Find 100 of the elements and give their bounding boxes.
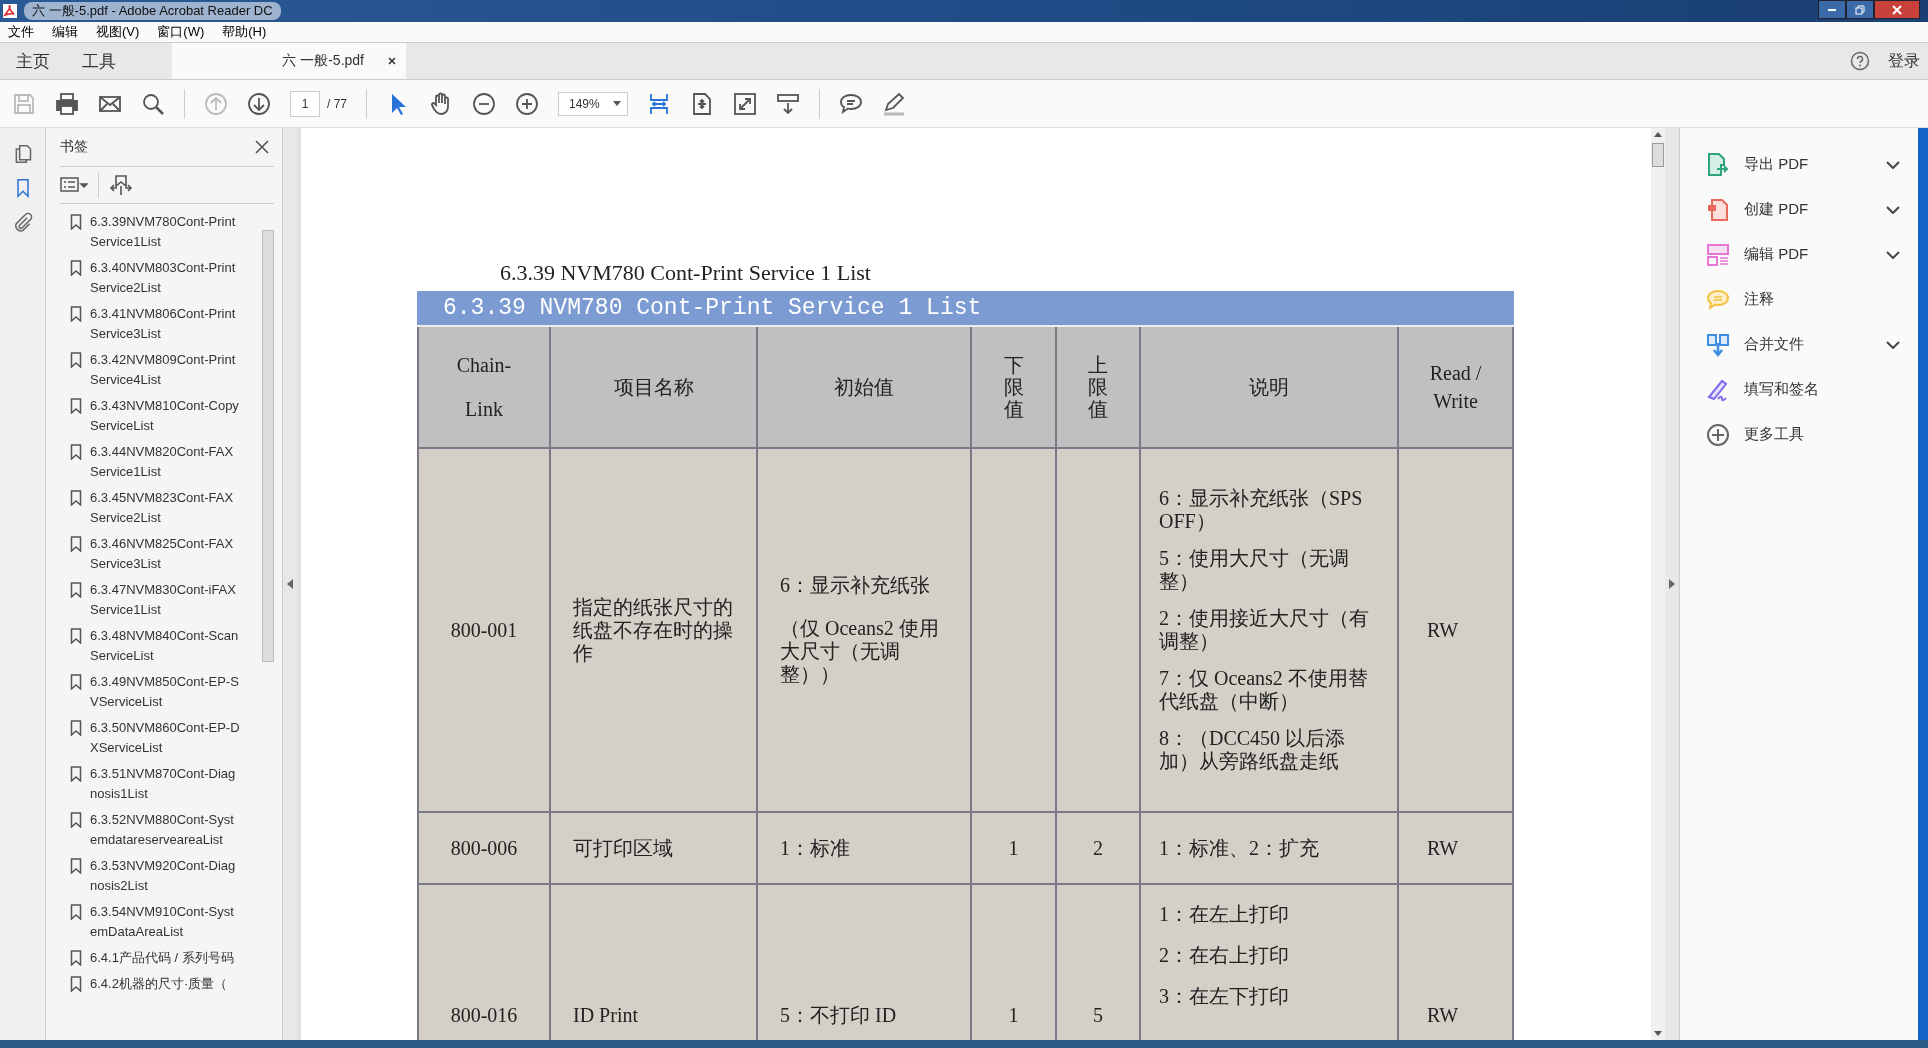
chevron-down-icon[interactable] [1886, 340, 1900, 349]
bookmark-item[interactable]: 6.3.46NVM825Cont-FAXService3List [90, 534, 240, 574]
tool-item[interactable]: 编辑 PDF [1706, 242, 1900, 267]
bookmark-item[interactable]: 6.3.39NVM780Cont-PrintService1List [90, 212, 240, 252]
options-icon[interactable] [60, 176, 88, 194]
restore-button[interactable] [1846, 0, 1874, 19]
bookmark-item[interactable]: 6.3.48NVM840Cont-ScanServiceList [90, 626, 240, 666]
table-cell: 800-016 [419, 885, 549, 1040]
tool-item[interactable]: 填写和签名 [1706, 377, 1900, 402]
pen-icon[interactable] [882, 91, 906, 116]
export-pdf-icon [1706, 152, 1730, 177]
table-cell-text: 8：（DCC450 以后添加）从旁路纸盘走纸 [1159, 727, 1347, 773]
printer-icon[interactable] [55, 91, 79, 116]
close-icon [1892, 4, 1902, 15]
bookmark-icon [70, 444, 82, 460]
close-icon[interactable] [254, 139, 270, 155]
tool-item[interactable]: 更多工具 [1706, 422, 1900, 447]
table-cell: 指定的纸张尺寸的纸盘不存在时的操作 [551, 449, 756, 811]
chevron-down-icon[interactable] [1886, 250, 1900, 259]
close-icon[interactable] [388, 57, 396, 65]
pdf-app-icon [2, 3, 18, 19]
table-cell-text: 2：在右上打印 [1159, 944, 1289, 967]
table-cell: RW [1399, 885, 1512, 1040]
bookmark-item[interactable]: 6.3.51NVM870Cont-Diagnosis1List [90, 764, 240, 804]
bookmark-item[interactable]: 6.3.40NVM803Cont-PrintService2List [90, 258, 240, 298]
tab[interactable]: 主页 [0, 43, 66, 79]
minimize-button[interactable] [1818, 0, 1846, 19]
close-button[interactable] [1874, 0, 1920, 19]
menu-item[interactable]: 窗口(W) [157, 23, 205, 41]
bookmark-item[interactable]: 6.3.53NVM920Cont-Diagnosis2List [90, 856, 240, 896]
page-number-field[interactable]: 1 [290, 90, 320, 117]
bookmark-item[interactable]: 6.3.45NVM823Cont-FAXService2List [90, 488, 240, 528]
column-header: 说明 [1141, 327, 1397, 447]
bookmark-icon [70, 260, 82, 276]
tab[interactable]: 六 一般-5.pdf [172, 43, 406, 79]
restore-icon [1855, 4, 1865, 15]
column-header: 项目名称 [551, 327, 756, 447]
column-header: 初始值 [758, 327, 970, 447]
bookmark-icon [70, 490, 82, 506]
bookmark-item[interactable]: 6.3.41NVM806Cont-PrintService3List [90, 304, 240, 344]
search-icon[interactable] [141, 91, 165, 116]
scroll-mode-icon[interactable] [776, 91, 800, 116]
zoom-in-icon[interactable] [515, 91, 539, 116]
scroll-thumb[interactable] [1652, 143, 1664, 167]
tool-item[interactable]: 合并文件 [1706, 332, 1900, 357]
scrollbar[interactable] [1651, 128, 1665, 1040]
bookmark-icon [70, 766, 82, 782]
bookmark-icon [70, 536, 82, 552]
combine-files-icon [1706, 332, 1730, 357]
bookmark-item[interactable]: 6.4.2机器的尺寸·质量（ [90, 974, 240, 994]
tool-item[interactable]: 创建 PDF [1706, 197, 1900, 222]
table-cell: 1 [972, 813, 1055, 883]
bookmark-item[interactable]: 6.3.52NVM880Cont-SystemdatareserveareaList [90, 810, 240, 850]
menu-item[interactable]: 帮助(H) [222, 23, 267, 41]
plus-circle-icon [1706, 422, 1730, 447]
bookmark-item[interactable]: 6.3.54NVM910Cont-SystemDataAreaList [90, 902, 240, 942]
paperclip-icon[interactable] [12, 212, 33, 232]
section-heading: 6.3.39 NVM780 Cont-Print Service 1 List [500, 260, 872, 286]
menu-item[interactable]: 编辑 [52, 23, 78, 41]
table-cell: 2 [1057, 813, 1139, 883]
tool-item[interactable]: 注释 [1706, 287, 1900, 312]
comment-icon[interactable] [839, 91, 863, 116]
chevron-down-icon[interactable] [1886, 160, 1900, 169]
column-header: Read / Write [1399, 327, 1512, 447]
bookmark-icon [70, 352, 82, 368]
fit-width-icon[interactable] [647, 91, 671, 116]
bookmark-item[interactable]: 6.3.42NVM809Cont-PrintService4List [90, 350, 240, 390]
fit-page-icon[interactable] [690, 91, 714, 116]
bookmark-item[interactable]: 6.3.47NVM830Cont-iFAXService1List [90, 580, 240, 620]
bookmark-item[interactable]: 6.3.50NVM860Cont-EP-DXServiceList [90, 718, 240, 758]
table-cell-text: 6：显示补充纸张（SPS OFF） [1159, 487, 1364, 533]
column-header: 上限值 [1057, 327, 1139, 447]
help-icon[interactable] [1850, 51, 1870, 71]
table-cell-text: 5：不打印 ID [780, 1003, 897, 1027]
chevron-down-icon[interactable] [1886, 205, 1900, 214]
scroll-down-icon[interactable] [1654, 1031, 1662, 1036]
zoom-dropdown[interactable]: 149% [558, 91, 628, 116]
table-cell: 800-001 [419, 449, 549, 811]
table-cell: 可打印区域 [551, 813, 756, 883]
create-pdf-icon [1706, 197, 1730, 222]
bookmark-expand-icon[interactable] [109, 173, 133, 197]
column-header: 下限值 [972, 327, 1055, 447]
sign-in-link[interactable]: 登录 [1888, 50, 1920, 72]
bookmark-icon [70, 858, 82, 874]
menu-item[interactable]: 文件 [8, 23, 34, 41]
tab[interactable]: 工具 [66, 43, 132, 79]
zoom-out-icon[interactable] [472, 91, 496, 116]
menu-item[interactable]: 视图(V) [96, 23, 140, 41]
tool-item[interactable]: 导出 PDF [1706, 152, 1900, 177]
bookmark-item[interactable]: 6.4.1产品代码 / 系列号码 [90, 948, 240, 968]
bookmark-item[interactable]: 6.3.43NVM810Cont-CopyServiceList [90, 396, 240, 436]
fullscreen-icon[interactable] [733, 91, 757, 116]
scroll-up-icon[interactable] [1654, 132, 1662, 137]
bookmark-item[interactable]: 6.3.49NVM850Cont-EP-SVServiceList [90, 672, 240, 712]
bookmark-icon [70, 628, 82, 644]
collapse-left-icon [287, 579, 293, 589]
bookmark-icon [70, 812, 82, 828]
table-cell: RW [1399, 813, 1512, 883]
bookmark-item[interactable]: 6.3.44NVM820Cont-FAXService1List [90, 442, 240, 482]
column-header: Chain-Link [419, 327, 549, 447]
